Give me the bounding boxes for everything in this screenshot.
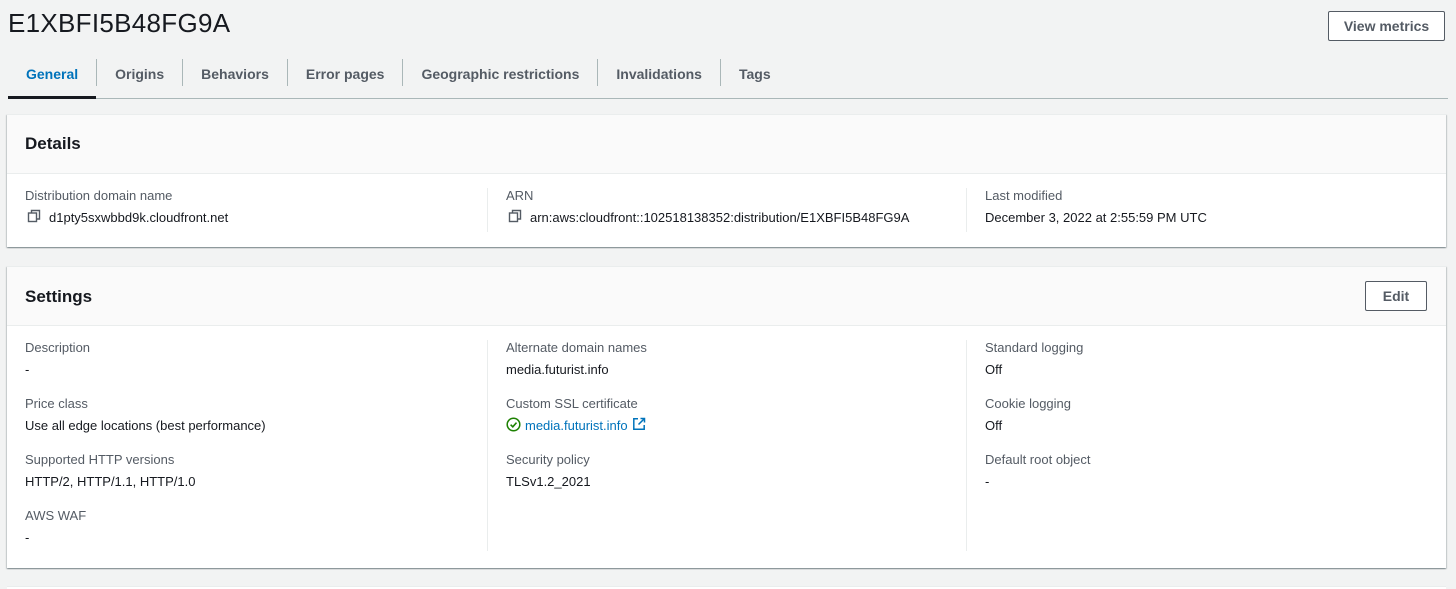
alternate-domains-label: Alternate domain names (506, 340, 647, 355)
description-label: Description (25, 340, 91, 355)
price-class-field: Price class Use all edge locations (best… (25, 396, 487, 434)
arn-value: arn:aws:cloudfront::102518138352:distrib… (506, 209, 966, 227)
http-versions-label: Supported HTTP versions (25, 452, 175, 467)
tab-origins[interactable]: Origins (97, 50, 182, 98)
tab-tags[interactable]: Tags (721, 50, 789, 98)
default-root-object-field: Default root object - (985, 452, 1445, 490)
details-header: Details (7, 115, 1446, 174)
default-root-object-label: Default root object (985, 452, 1091, 467)
view-metrics-button[interactable]: View metrics (1328, 11, 1445, 41)
details-column-3: Last modified December 3, 2022 at 2:55:5… (966, 188, 1445, 232)
ssl-certificate-label: Custom SSL certificate (506, 396, 638, 411)
details-columns: Distribution domain name d1pty5sxwbbd9k.… (7, 188, 1446, 232)
tab-error-pages[interactable]: Error pages (288, 50, 403, 98)
ssl-certificate-link[interactable]: media.futurist.info (525, 418, 628, 434)
description-field: Description - (25, 340, 487, 378)
tab-invalidations[interactable]: Invalidations (598, 50, 720, 98)
tab-bar: General Origins Behaviors Error pages Ge… (8, 50, 1448, 99)
aws-waf-value: - (25, 530, 30, 545)
copy-icon[interactable] (508, 209, 522, 227)
http-versions-field: Supported HTTP versions HTTP/2, HTTP/1.1… (25, 452, 487, 490)
cookie-logging-field: Cookie logging Off (985, 396, 1445, 434)
settings-panel: Settings Edit Description - Price class … (7, 266, 1446, 568)
alternate-domains-field: Alternate domain names media.futurist.in… (506, 340, 966, 378)
distribution-page: E1XBFI5B48FG9A View metrics General Orig… (0, 0, 1456, 589)
security-policy-value: TLSv1.2_2021 (506, 474, 591, 489)
settings-column-2: Alternate domain names media.futurist.in… (487, 340, 966, 551)
standard-logging-field: Standard logging Off (985, 340, 1445, 378)
standard-logging-value: Off (985, 362, 1003, 377)
arn-text: arn:aws:cloudfront::102518138352:distrib… (530, 210, 910, 225)
http-versions-value: HTTP/2, HTTP/1.1, HTTP/1.0 (25, 474, 196, 489)
ssl-certificate-field: Custom SSL certificate media.futurist.in… (506, 396, 966, 434)
default-root-object-value: - (985, 474, 990, 489)
details-title: Details (25, 134, 81, 153)
details-column-2: ARN arn:aws:cloudfront::102518138352:dis… (487, 188, 966, 232)
settings-column-1: Description - Price class Use all edge l… (7, 340, 487, 551)
aws-waf-label: AWS WAF (25, 508, 87, 523)
edit-button[interactable]: Edit (1365, 281, 1427, 311)
standard-logging-label: Standard logging (985, 340, 1084, 355)
last-modified-value: December 3, 2022 at 2:55:59 PM UTC (985, 210, 1207, 225)
domain-name-text: d1pty5sxwbbd9k.cloudfront.net (49, 210, 229, 225)
details-panel: Details Distribution domain name d1pty5s… (7, 114, 1446, 247)
details-column-1: Distribution domain name d1pty5sxwbbd9k.… (7, 188, 487, 232)
arn-label: ARN (506, 188, 534, 203)
description-value: - (25, 362, 30, 377)
alternate-domains-value: media.futurist.info (506, 362, 609, 377)
settings-columns: Description - Price class Use all edge l… (7, 340, 1446, 551)
price-class-label: Price class (25, 396, 88, 411)
page-header: E1XBFI5B48FG9A View metrics (0, 0, 1456, 50)
copy-icon[interactable] (27, 209, 41, 227)
settings-header: Settings Edit (7, 267, 1446, 326)
page-title: E1XBFI5B48FG9A (8, 8, 231, 38)
tab-behaviors[interactable]: Behaviors (183, 50, 287, 98)
security-policy-label: Security policy (506, 452, 590, 467)
aws-waf-field: AWS WAF - (25, 508, 487, 546)
price-class-value: Use all edge locations (best performance… (25, 418, 266, 433)
settings-title: Settings (25, 287, 93, 306)
status-success-icon (506, 416, 521, 436)
external-link-icon[interactable] (632, 417, 646, 435)
tab-geographic-restrictions[interactable]: Geographic restrictions (403, 50, 597, 98)
ssl-certificate-value: media.futurist.info (506, 416, 966, 436)
security-policy-field: Security policy TLSv1.2_2021 (506, 452, 966, 490)
cookie-logging-label: Cookie logging (985, 396, 1072, 411)
tab-general[interactable]: General (8, 50, 97, 99)
cookie-logging-value: Off (985, 418, 1003, 433)
last-modified-label: Last modified (985, 188, 1063, 203)
settings-column-3: Standard logging Off Cookie logging Off … (966, 340, 1445, 551)
domain-name-value: d1pty5sxwbbd9k.cloudfront.net (25, 209, 487, 227)
domain-name-label: Distribution domain name (25, 188, 173, 203)
